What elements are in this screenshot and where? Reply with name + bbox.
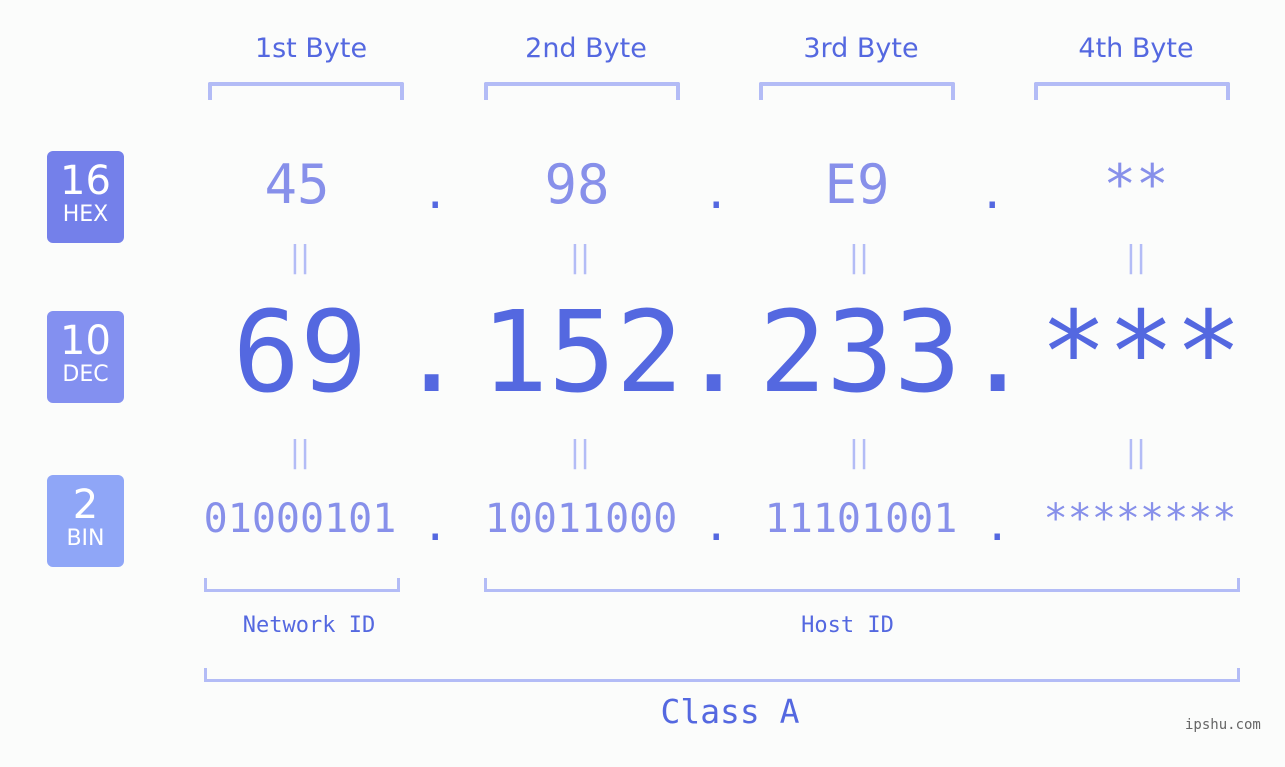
bin-value-3: 11101001 — [764, 496, 958, 542]
hex-value-4: ** — [1103, 153, 1169, 216]
byte-bracket-1 — [208, 82, 404, 100]
bin-base-name: BIN — [66, 526, 105, 551]
equals-sign: || — [1125, 240, 1147, 275]
class-bracket — [204, 668, 1240, 682]
hex-value-2: 98 — [544, 153, 610, 216]
dec-value-1: 69 — [232, 288, 368, 418]
dec-value-2: 152 — [480, 288, 684, 418]
hex-value-3: E9 — [824, 153, 890, 216]
bin-separator: . — [422, 500, 449, 551]
bin-base-number: 2 — [72, 482, 99, 528]
byte-label-1: 1st Byte — [254, 33, 368, 64]
hex-value-1: 45 — [264, 153, 330, 216]
dec-value-4: *** — [1039, 288, 1243, 418]
bin-value-1: 01000101 — [203, 496, 397, 542]
dec-value-3: 233 — [758, 288, 962, 418]
hex-base-number: 16 — [60, 158, 111, 204]
bin-badge: 2 BIN — [47, 475, 124, 567]
equals-sign: || — [569, 435, 591, 470]
watermark: ipshu.com — [1185, 717, 1261, 733]
hex-separator: . — [422, 168, 449, 219]
byte-label-3: 3rd Byte — [803, 33, 919, 64]
byte-bracket-3 — [759, 82, 955, 100]
equals-sign: || — [1125, 435, 1147, 470]
byte-label-4: 4th Byte — [1078, 33, 1194, 64]
dec-separator: . — [680, 288, 748, 418]
network-id-label: Network ID — [242, 613, 376, 638]
hex-separator: . — [979, 168, 1006, 219]
dec-base-name: DEC — [62, 362, 109, 387]
equals-sign: || — [848, 435, 870, 470]
dec-separator: . — [398, 288, 466, 418]
class-label: Class A — [660, 692, 800, 731]
dec-badge: 10 DEC — [47, 311, 124, 403]
bin-separator: . — [984, 500, 1011, 551]
equals-sign: || — [289, 435, 311, 470]
bin-separator: . — [703, 500, 730, 551]
hex-base-name: HEX — [62, 202, 109, 227]
equals-sign: || — [569, 240, 591, 275]
bin-value-2: 10011000 — [484, 496, 678, 542]
host-id-bracket — [484, 578, 1240, 592]
hex-separator: . — [703, 168, 730, 219]
byte-bracket-4 — [1034, 82, 1230, 100]
dec-base-number: 10 — [60, 318, 111, 364]
dec-separator: . — [964, 288, 1032, 418]
bin-value-4: ******** — [1043, 496, 1237, 542]
equals-sign: || — [289, 240, 311, 275]
byte-label-2: 2nd Byte — [525, 33, 647, 64]
equals-sign: || — [848, 240, 870, 275]
network-id-bracket — [204, 578, 400, 592]
hex-badge: 16 HEX — [47, 151, 124, 243]
host-id-label: Host ID — [801, 613, 894, 638]
byte-bracket-2 — [484, 82, 680, 100]
